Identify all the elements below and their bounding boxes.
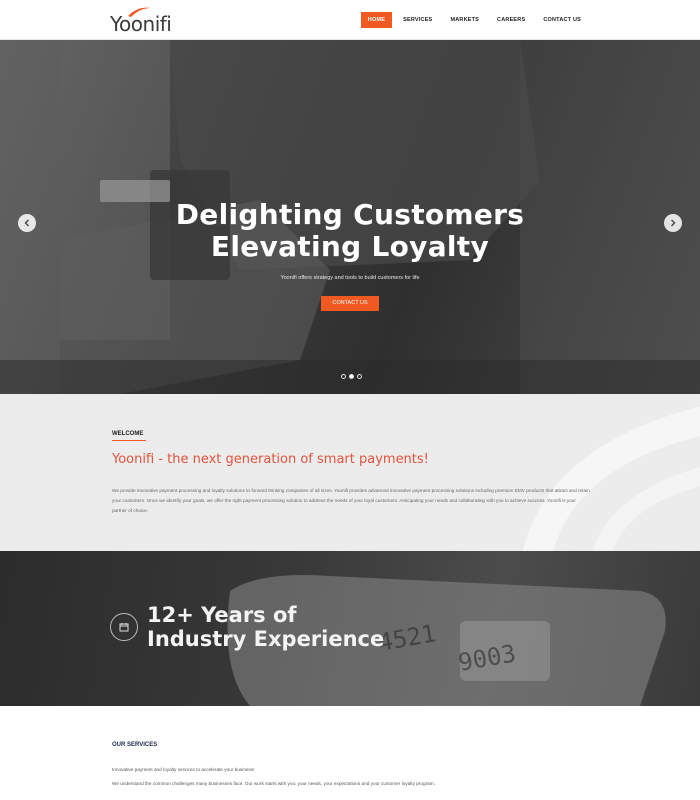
slider-dots (341, 374, 362, 380)
nav-careers[interactable]: CAREERS (490, 12, 532, 28)
site-header: Yoonifi HOME SERVICES MARKETS CAREERS CO… (0, 0, 700, 40)
calendar-icon-circle (110, 613, 138, 641)
services-description: We understand the common challenges many… (112, 781, 435, 786)
slider-next-button[interactable] (664, 214, 682, 232)
hero-contact-button[interactable]: CONTACT US (321, 296, 379, 311)
services-intro: Innovative payment and loyalty services … (112, 767, 255, 772)
slider-dot[interactable] (357, 374, 362, 379)
slider-dot-active[interactable] (349, 374, 354, 379)
welcome-heading: Yoonifi - the next generation of smart p… (112, 452, 429, 467)
welcome-section: WELCOME Yoonifi - the next generation of… (0, 394, 700, 551)
hero-slider: Delighting Customers Elevating Loyalty Y… (0, 40, 700, 394)
welcome-underline (112, 440, 146, 441)
experience-title-line1: 12+ Years of (147, 603, 297, 627)
nav-home[interactable]: HOME (360, 12, 393, 28)
logo-text: Yoonifi (110, 12, 172, 36)
hero-subtitle: Yoonifi offers strategy and tools to bui… (280, 275, 420, 281)
experience-title-line2: Industry Experience (147, 627, 385, 651)
nav-markets[interactable]: MARKETS (443, 12, 486, 28)
chevron-left-icon (24, 219, 29, 227)
decorative-swoosh (522, 406, 700, 551)
hero-title-line2: Elevating Loyalty (210, 230, 490, 263)
nav-contact-us[interactable]: CONTACT US (536, 12, 588, 28)
services-label: OUR SERVICES (112, 742, 158, 748)
hero-title-line1: Delighting Customers (175, 198, 525, 231)
yoonifi-logo[interactable]: Yoonifi (110, 6, 172, 36)
main-nav: HOME SERVICES MARKETS CAREERS CONTACT US (360, 12, 588, 28)
welcome-label: WELCOME (112, 431, 144, 437)
services-section: OUR SERVICES Innovative payment and loya… (0, 706, 700, 800)
chevron-right-icon (671, 219, 676, 227)
experience-band: 4521 9003 12+ Years of Industry Experien… (0, 551, 700, 706)
calendar-icon (119, 623, 129, 632)
slider-prev-button[interactable] (18, 214, 36, 232)
welcome-body: We provide innovative payment processing… (112, 488, 590, 513)
slider-dot[interactable] (341, 374, 346, 379)
nav-services[interactable]: SERVICES (396, 12, 439, 28)
